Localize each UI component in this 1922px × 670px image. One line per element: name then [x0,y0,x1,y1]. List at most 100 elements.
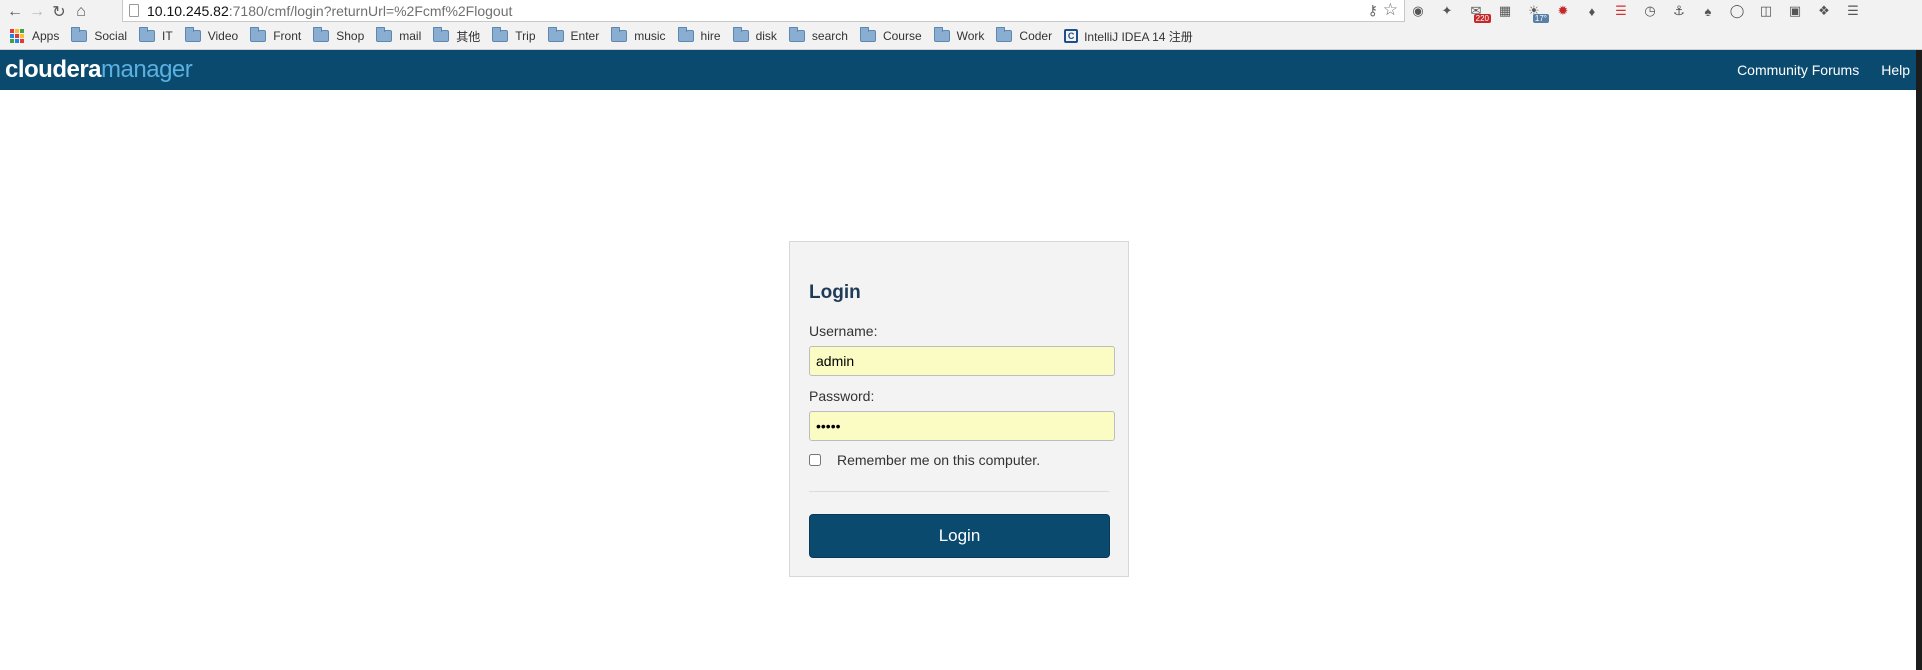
folder-icon [788,27,805,42]
header-nav: Community Forums Help [1715,50,1910,90]
bookmark-label: Apps [32,29,60,43]
login-title: Login [809,282,861,303]
bookmark-folder[interactable]: Social [69,25,133,47]
bookmark-label: Front [273,29,302,43]
circle-icon[interactable]: ◯ [1727,1,1747,21]
username-label: Username: [809,323,878,339]
folder-icon [547,27,564,42]
bookmark-folder[interactable]: Front [248,25,307,47]
bookmark-folder[interactable]: hire [676,25,727,47]
browser-toolbar: ← → ↻ ⌂ 10.10.245.82 :7180/cmf/login?ret… [0,0,1922,23]
bookmark-folder[interactable]: Video [183,25,244,47]
page-icon [129,4,139,17]
bookmark-label: Coder [1019,29,1053,43]
address-bar[interactable]: 10.10.245.82 :7180/cmf/login?returnUrl=%… [122,0,1405,22]
extension-icons: ◉ ✦ ✉ 220 ▦ ☀ 17° ✹ ♦ ☰ ◷ ⚓ ♠ ◯ ◫ ▣ ❖ ☰ [1408,1,1863,23]
bookmark-folder[interactable]: Coder [994,25,1058,47]
divider [809,491,1109,492]
logo-text-manager: manager [101,56,193,83]
folder-icon [859,27,876,42]
pocket-icon[interactable]: ◉ [1408,1,1428,21]
bookmark-label: IT [162,29,173,43]
bookmark-label: hire [700,29,721,43]
bookmark-label: Work [956,29,985,43]
ship-icon[interactable]: ⚓ [1669,1,1689,21]
remember-me-checkbox[interactable] [809,454,821,466]
weather-badge: 17° [1532,14,1549,23]
bookmark-folder[interactable]: IT [137,25,179,47]
bookmark-folder[interactable]: Enter [546,25,606,47]
remember-me-label: Remember me on this computer. [837,452,1041,468]
back-arrow-icon[interactable]: ← [4,2,26,22]
bookmark-apps[interactable]: Apps [8,25,65,47]
login-button[interactable]: Login [809,514,1110,558]
logo-text-cloudera: cloudera [5,56,102,83]
todoist-icon[interactable]: ☰ [1611,1,1631,21]
bookmark-folder[interactable]: Course [858,25,928,47]
folder-icon [139,27,156,42]
key-icon[interactable]: ⚷ [1368,2,1378,19]
folder-icon [492,27,509,42]
bookmark-star-icon[interactable]: ☆ [1383,0,1398,20]
username-input[interactable] [809,346,1115,376]
forward-arrow-icon[interactable]: → [26,2,48,22]
menu-icon[interactable]: ☰ [1843,1,1863,21]
folder-icon [184,27,201,42]
apps-grid-icon [10,29,24,43]
bookmark-label: disk [755,29,777,43]
url-host: 10.10.245.82 [147,2,229,19]
mail-count-badge: 220 [1473,14,1491,23]
clock-icon[interactable]: ◷ [1640,1,1660,21]
bookmark-folder[interactable]: Work [932,25,991,47]
bookmark-folder[interactable]: Shop [311,25,370,47]
bookmark-label: music [634,29,666,43]
gear-red-icon[interactable]: ✹ [1553,1,1573,21]
weather-icon[interactable]: ☀ 17° [1524,1,1549,23]
bookmark-folder[interactable]: 其他 [431,25,486,47]
cloudera-manager-logo[interactable]: clouderamanager [5,56,193,84]
html5-icon[interactable]: ◫ [1756,1,1776,21]
mail-icon[interactable]: ✉ 220 [1466,1,1491,23]
bookmark-label: Video [207,29,239,43]
bookmark-label: Course [882,29,922,43]
bookmark-folder[interactable]: mail [374,25,427,47]
bookmark-folder[interactable]: disk [731,25,783,47]
compass-icon[interactable]: ❖ [1814,1,1834,21]
folder-icon [71,27,88,42]
reload-icon[interactable]: ↻ [48,2,70,22]
folder-icon [250,27,267,42]
figure-icon[interactable]: ♠ [1698,1,1718,21]
password-input[interactable] [809,411,1115,441]
folder-icon [732,27,749,42]
bookmark-folder[interactable]: search [787,25,854,47]
folder-icon [433,27,450,42]
folder-icon [677,27,694,42]
folder-icon [933,27,950,42]
bookmarks-bar: Apps Social IT Video Front Shop mail 其他 … [0,23,1922,50]
bookmark-label: 其他 [456,29,481,44]
bookmark-label: mail [399,29,422,43]
square-icon[interactable]: ▣ [1785,1,1805,21]
login-panel: Login Username: Password: Remember me on… [789,241,1129,577]
folder-icon [996,27,1013,42]
bookmark-intellij[interactable]: C IntelliJ IDEA 14 注册 [1062,25,1199,47]
remember-me: Remember me on this computer. [809,452,1040,468]
help-link[interactable]: Help [1881,62,1910,78]
home-icon[interactable]: ⌂ [70,2,92,22]
extension-bolt-icon[interactable]: ✦ [1437,1,1457,21]
folder-icon [313,27,330,42]
bookmark-folder[interactable]: music [609,25,671,47]
window-edge [1916,50,1922,670]
bookmark-label: Social [94,29,128,43]
charts-icon[interactable]: ▦ [1495,1,1515,21]
password-label: Password: [809,388,875,404]
folder-icon [611,27,628,42]
bookmark-folder[interactable]: Trip [490,25,541,47]
url-path: :7180/cmf/login?returnUrl=%2Fcmf%2Flogou… [228,2,513,19]
bookmark-label: Shop [336,29,365,43]
folder-icon [376,27,393,42]
evernote-icon[interactable]: ♦ [1582,1,1602,21]
community-forums-link[interactable]: Community Forums [1737,62,1859,78]
bookmark-label: Enter [570,29,600,43]
bookmark-label: search [811,29,848,43]
